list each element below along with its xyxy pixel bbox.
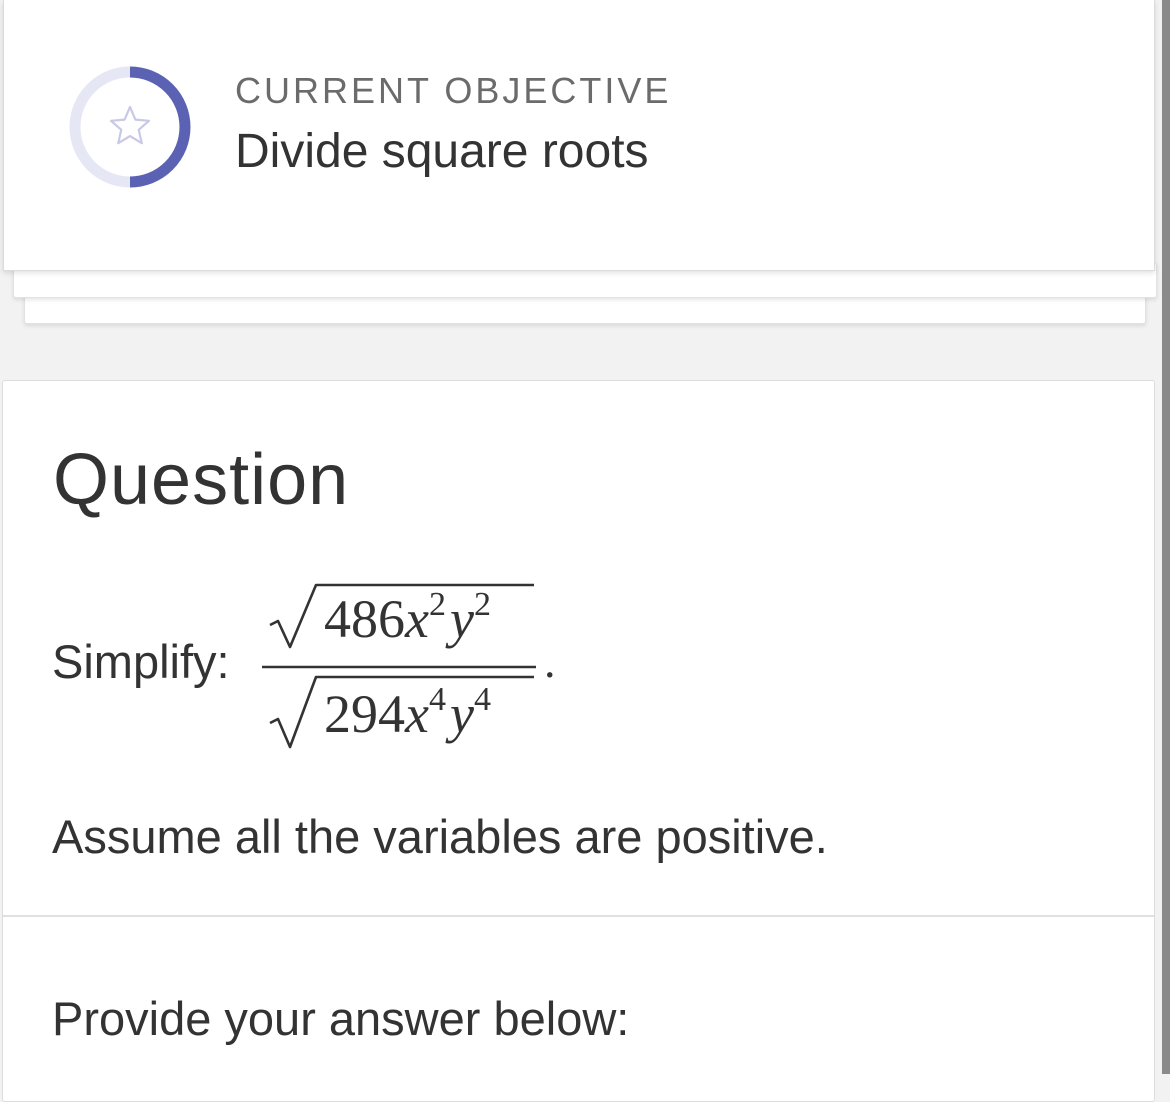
svg-text:294x4y4: 294x4y4 xyxy=(324,681,491,744)
current-objective-card[interactable]: CURRENT OBJECTIVE Divide square roots xyxy=(3,0,1155,271)
objective-progress-ring xyxy=(69,66,191,188)
progress-arc xyxy=(129,66,191,188)
numerator-coefficient: 486 xyxy=(324,589,405,649)
denominator-var-x: x xyxy=(404,684,429,744)
question-heading: Question xyxy=(53,440,350,520)
denominator-exp-x: 4 xyxy=(429,681,446,718)
assumption-text: Assume all the variables are positive. xyxy=(52,810,828,863)
star-icon xyxy=(109,105,151,145)
numerator-radical: 486x2y2 xyxy=(269,583,534,649)
denominator-exp-y: 4 xyxy=(474,681,491,718)
answer-prompt: Provide your answer below: xyxy=(52,992,630,1045)
numerator-var-y: y xyxy=(445,589,474,649)
objective-title: Divide square roots xyxy=(235,125,649,178)
objective-label: CURRENT OBJECTIVE xyxy=(235,70,672,111)
section-divider xyxy=(3,915,1154,917)
numerator-exp-x: 2 xyxy=(429,586,446,623)
denominator-coefficient: 294 xyxy=(324,684,405,744)
denominator-var-y: y xyxy=(445,684,474,744)
question-card: Question Simplify: 486x2y2 . 294x4y4 Ass… xyxy=(2,380,1155,1102)
fraction-expression: 486x2y2 . 294x4y4 xyxy=(262,583,556,749)
numerator-exp-y: 2 xyxy=(474,586,491,623)
denominator-radical: 294x4y4 xyxy=(269,675,534,749)
scrollbar-edge xyxy=(1162,0,1170,1074)
numerator-var-x: x xyxy=(404,589,429,649)
simplify-label: Simplify: xyxy=(52,635,230,688)
svg-text:486x2y2: 486x2y2 xyxy=(324,586,491,649)
trailing-period: . xyxy=(544,636,556,687)
